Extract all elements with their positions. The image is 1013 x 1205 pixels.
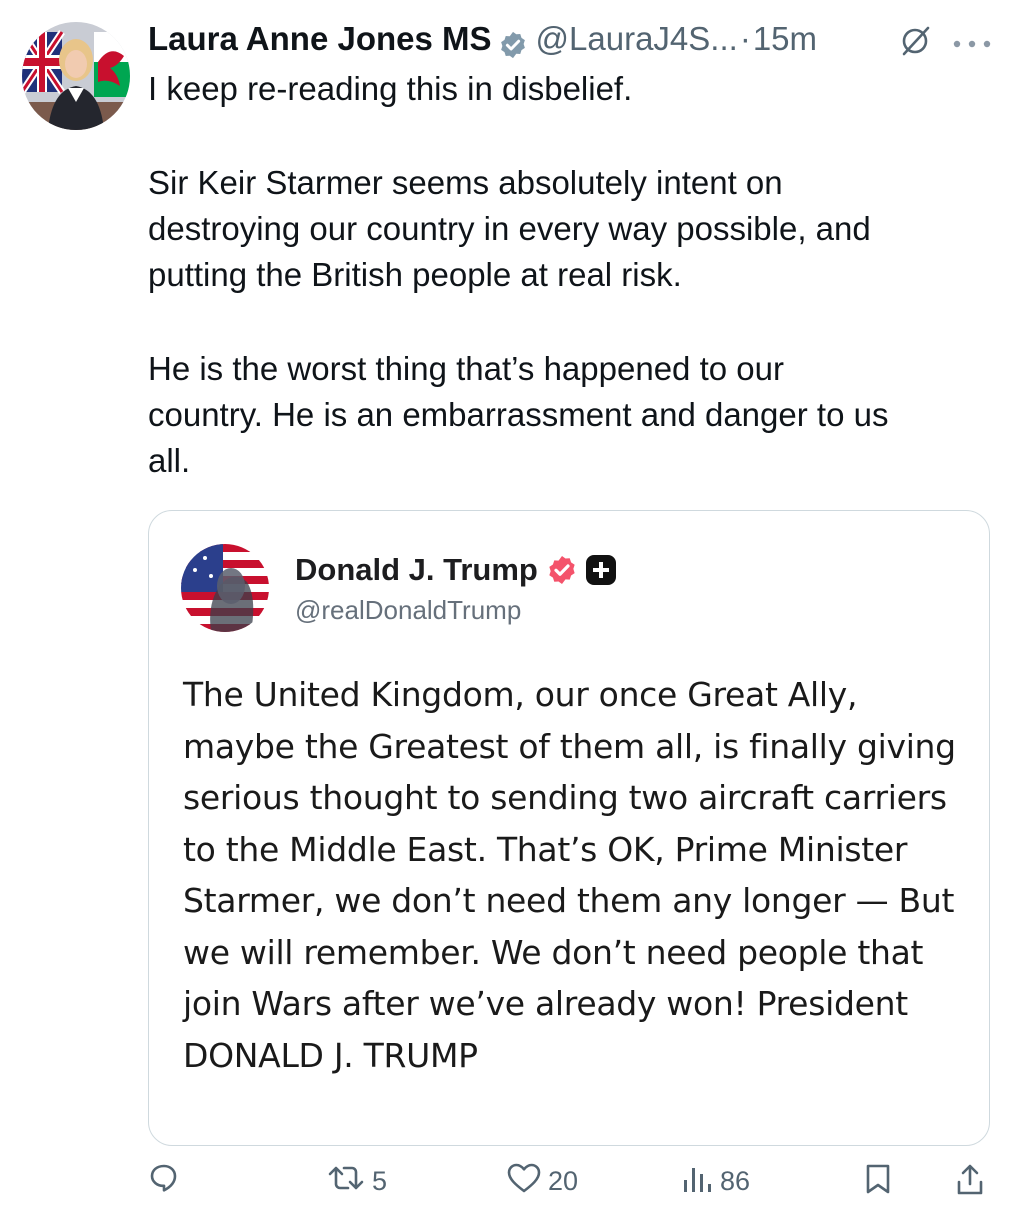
header-separator: · xyxy=(739,20,751,57)
bookmark-button[interactable] xyxy=(862,1162,894,1203)
like-count: 20 xyxy=(548,1166,579,1196)
heart-icon xyxy=(506,1162,542,1201)
bookmark-icon xyxy=(862,1162,894,1203)
verified-badge-icon xyxy=(546,554,578,586)
author-handle[interactable]: @LauraJ4S... xyxy=(536,14,738,64)
quoted-author-avatar[interactable] xyxy=(181,544,269,632)
tweet-paragraph: He is the worst thing that’s happened to… xyxy=(148,350,889,479)
quoted-author-name[interactable]: Donald J. Trump xyxy=(295,552,538,588)
reply-icon xyxy=(148,1162,180,1201)
verified-badge-icon[interactable] xyxy=(498,24,528,59)
quoted-author-handle[interactable]: @realDonaldTrump xyxy=(295,595,521,626)
plus-badge-icon xyxy=(585,555,616,585)
more-options-icon[interactable] xyxy=(950,36,994,48)
tweet-body: I keep re-reading this in disbelief. Sir… xyxy=(148,66,998,532)
grok-icon[interactable] xyxy=(898,24,932,58)
analytics-icon xyxy=(680,1162,714,1201)
views-count: 86 xyxy=(720,1166,751,1196)
tweet-header: Laura Anne Jones MS @LauraJ4S... · 15m xyxy=(148,14,998,64)
author-avatar[interactable] xyxy=(22,22,130,130)
quoted-post-text: The United Kingdom, our once Great Ally,… xyxy=(183,675,956,1075)
like-button[interactable]: 20 xyxy=(506,1162,578,1201)
tweet-timestamp[interactable]: 15m xyxy=(753,14,817,64)
views-button[interactable]: 86 xyxy=(680,1162,750,1201)
action-bar: 5 20 86 xyxy=(148,1162,998,1202)
retweet-count: 5 xyxy=(372,1166,388,1196)
retweet-icon xyxy=(326,1162,366,1201)
author-name[interactable]: Laura Anne Jones MS xyxy=(148,14,492,64)
tweet-paragraph: Sir Keir Starmer seems absolutely intent… xyxy=(148,164,871,293)
reply-button[interactable] xyxy=(148,1162,186,1201)
tweet-paragraph: I keep re-reading this in disbelief. xyxy=(148,70,633,107)
quoted-author-row: Donald J. Trump xyxy=(295,547,616,593)
retweet-button[interactable]: 5 xyxy=(326,1162,387,1201)
quoted-post-card[interactable]: Donald J. Trump @realDonaldTrump The Uni… xyxy=(148,510,990,1146)
tweet: Laura Anne Jones MS @LauraJ4S... · 15m I… xyxy=(0,0,1013,1199)
